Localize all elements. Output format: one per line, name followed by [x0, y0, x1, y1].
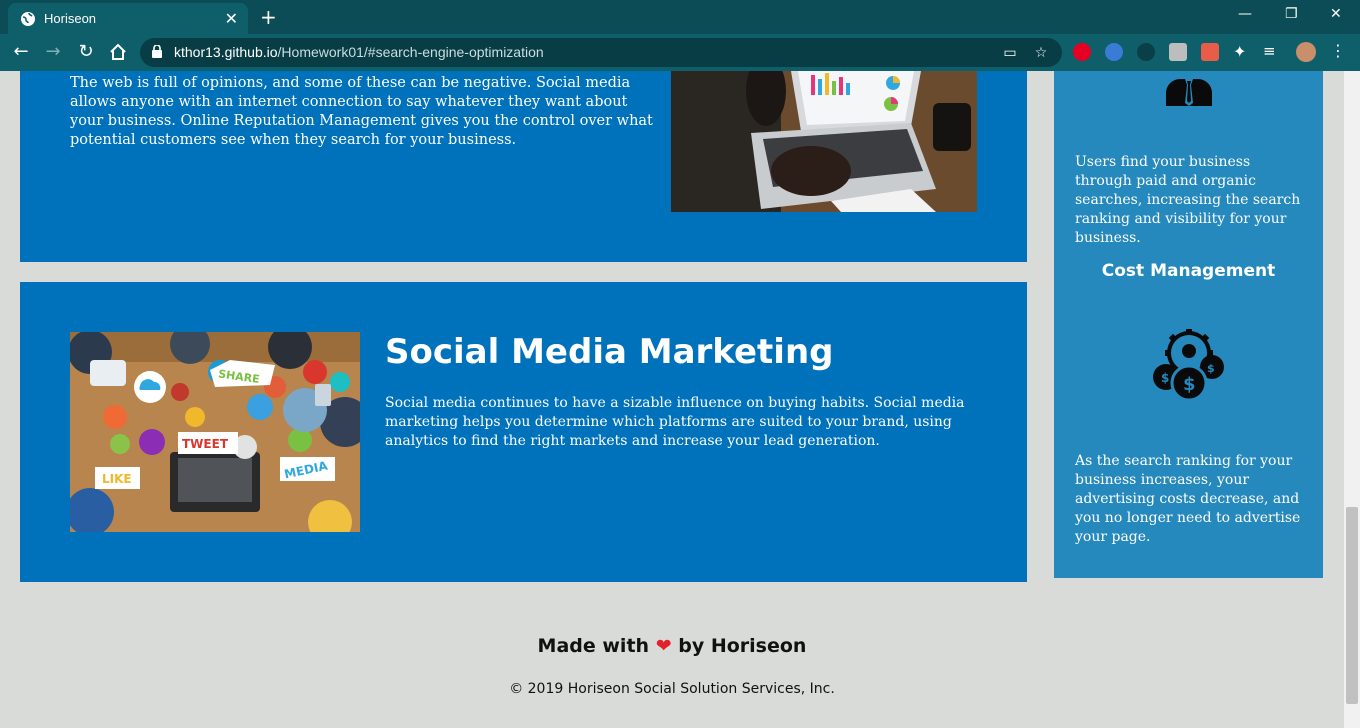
lock-icon — [152, 45, 162, 58]
window-close-button[interactable]: ✕ — [1330, 6, 1342, 22]
reputation-text: The web is full of opinions, and some of… — [70, 75, 653, 148]
benefits-aside: Users find your business through paid an… — [1054, 71, 1323, 578]
extension-video-icon[interactable] — [1201, 43, 1219, 61]
cost-management-text: As the search ranking for your business … — [1075, 453, 1301, 545]
globe-icon — [21, 12, 35, 26]
cost-gear-coins-icon: $ $ $ — [1153, 329, 1224, 402]
page-viewport: The web is full of opinions, and some of… — [0, 71, 1344, 728]
profile-avatar[interactable] — [1296, 42, 1316, 62]
visibility-text: Users find your business through paid an… — [1075, 154, 1301, 246]
extensions-puzzle-icon[interactable]: ✦ — [1233, 42, 1251, 61]
media-control-icon[interactable]: ≡ — [1263, 42, 1281, 60]
home-icon[interactable] — [107, 41, 129, 63]
new-tab-button[interactable]: + — [260, 5, 277, 29]
reload-icon[interactable]: ↻ — [75, 41, 97, 63]
scrollbar-thumb[interactable] — [1346, 507, 1358, 704]
extension-r-icon[interactable] — [1169, 43, 1187, 61]
extension-chat-icon[interactable] — [1105, 43, 1123, 61]
social-media-heading: Social Media Marketing — [385, 332, 834, 372]
browser-toolbar: ← → ↻ kthor13.github.io/Homework01/#sear… — [0, 34, 1360, 71]
pinterest-icon[interactable] — [1073, 43, 1091, 61]
extension-dark-icon[interactable] — [1137, 43, 1155, 61]
social-media-text: Social media continues to have a sizable… — [385, 395, 965, 449]
browser-menu-icon[interactable]: ⋮ — [1330, 41, 1348, 60]
browser-tab[interactable]: Horiseon ✕ — [8, 3, 248, 34]
copyright-text: © 2019 Horiseon Social Solution Services… — [509, 681, 835, 697]
reputation-card: The web is full of opinions, and some of… — [20, 71, 1027, 262]
forward-icon[interactable]: → — [42, 41, 64, 63]
restore-button[interactable]: ❐ — [1285, 6, 1298, 22]
svg-text:$: $ — [1183, 374, 1196, 395]
svg-text:LIKE: LIKE — [102, 472, 132, 486]
tab-bar: Horiseon ✕ + — ❐ ✕ — [0, 0, 1360, 34]
svg-text:TWEET: TWEET — [182, 437, 229, 451]
social-media-card: SHARE TWEET MEDIA LIKE Social Media Mark… — [20, 282, 1027, 582]
businessman-icon — [1166, 79, 1212, 106]
social-media-collage-image: SHARE TWEET MEDIA LIKE — [70, 332, 360, 532]
laptop-analytics-image — [671, 71, 977, 212]
made-with-text: Made with ❤ by Horiseon — [537, 635, 807, 657]
tab-close-icon[interactable]: ✕ — [225, 9, 238, 28]
minimize-button[interactable]: — — [1238, 6, 1252, 22]
cost-management-heading: Cost Management — [1101, 261, 1276, 281]
url-text[interactable]: kthor13.github.io/Homework01/#search-eng… — [174, 44, 544, 60]
back-icon[interactable]: ← — [10, 41, 32, 63]
address-bar[interactable]: kthor13.github.io/Homework01/#search-eng… — [140, 38, 1062, 67]
heart-icon: ❤ — [655, 635, 672, 657]
cast-icon[interactable]: ▭ — [1002, 45, 1018, 61]
svg-text:$: $ — [1207, 362, 1215, 375]
tab-title: Horiseon — [44, 11, 97, 26]
bookmark-star-icon[interactable]: ☆ — [1033, 45, 1049, 61]
svg-text:$: $ — [1161, 371, 1169, 385]
